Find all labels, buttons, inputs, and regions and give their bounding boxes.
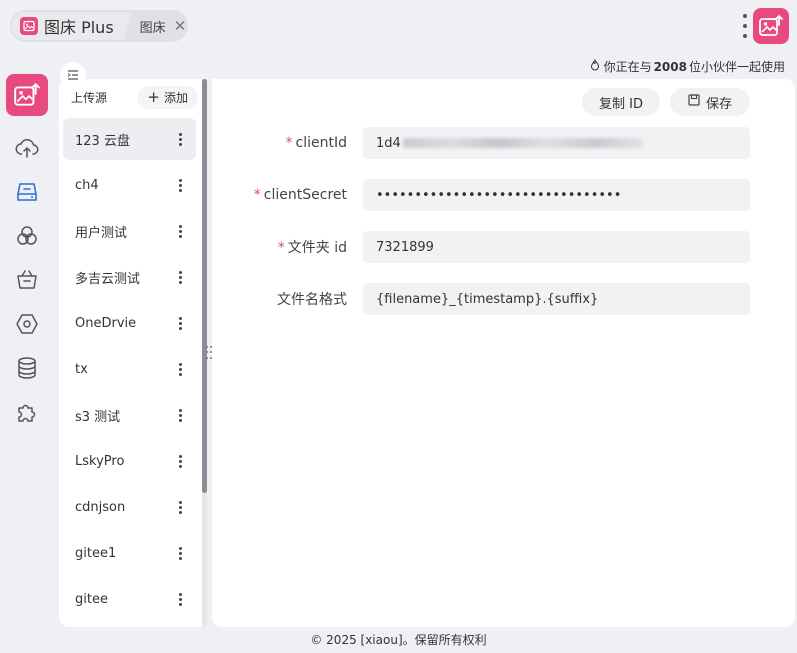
app-logo-icon <box>753 8 789 44</box>
list-item-label: tx <box>75 361 88 377</box>
client-secret-field[interactable]: •••••••••••••••••••••••••••••••• <box>363 179 750 211</box>
list-item[interactable]: 123 云盘 <box>63 118 196 160</box>
more-menu-icon[interactable] <box>741 14 749 38</box>
tab-bar: 图床 Plus 图床 ✕ <box>10 10 188 42</box>
app-logo-icon <box>20 17 38 35</box>
more-menu-icon[interactable] <box>179 178 182 192</box>
save-button[interactable]: 保存 <box>670 88 750 116</box>
tab-secondary-title: 图床 <box>139 20 166 36</box>
database-icon[interactable] <box>14 355 40 381</box>
users-note: 你正在与 2008 位小伙伴一起使用 <box>590 58 785 75</box>
more-menu-icon[interactable] <box>179 316 182 330</box>
circles-icon[interactable] <box>14 223 40 249</box>
more-menu-icon[interactable] <box>179 224 182 238</box>
list-item-label: cdnjson <box>75 499 126 515</box>
list-item-label: gitee1 <box>75 545 117 561</box>
client-secret-label: * clientSecret <box>253 187 347 203</box>
list-item[interactable]: 多吉云测试 <box>63 256 196 298</box>
folder-id-label: * 文件夹 id <box>277 240 347 256</box>
list-item[interactable]: cdnjson <box>63 486 196 528</box>
list-item[interactable]: gitee1 <box>63 532 196 574</box>
list-item[interactable]: s3 测试 <box>63 394 196 436</box>
box-icon[interactable] <box>14 267 40 293</box>
list-item-label: 多吉云测试 <box>75 271 141 287</box>
hexagon-icon[interactable] <box>14 311 40 337</box>
upload-cloud-icon[interactable] <box>14 135 40 161</box>
add-uploader-button[interactable]: + 添加 <box>137 85 198 109</box>
list-item-label: 123 云盘 <box>75 133 130 149</box>
tab-active[interactable]: 图床 Plus <box>12 12 132 40</box>
client-id-label: * clientId <box>285 135 347 151</box>
form-row-client-id: * clientId 1d4 <box>212 127 795 159</box>
more-menu-icon[interactable] <box>179 270 182 284</box>
list-item-label: s3 测试 <box>75 409 121 425</box>
form-row-client-secret: * clientSecret ••••••••••••••••••••••••••… <box>212 179 795 211</box>
client-id-field[interactable]: 1d4 <box>363 127 750 159</box>
list-title: 上传源 <box>71 90 108 105</box>
add-uploader-label: 添加 <box>163 90 188 105</box>
copy-id-button[interactable]: 复制 ID <box>582 88 660 116</box>
more-menu-icon[interactable] <box>179 500 182 514</box>
masked-value <box>402 138 643 148</box>
more-menu-icon[interactable] <box>179 454 182 468</box>
config-form-panel: 复制 ID 保存 * clientId 1d4 * clientSecret •••… <box>212 79 795 627</box>
filename-format-field[interactable]: {filename}_{timestamp}.{suffix} <box>363 283 750 315</box>
collapse-sidebar-button[interactable] <box>60 62 86 88</box>
users-note-prefix: 你正在与 <box>603 60 652 74</box>
tab-secondary[interactable]: 图床 ✕ <box>140 17 187 36</box>
footer-copyright: © 2025 [xiaou]。保留所有权利 <box>310 633 487 647</box>
more-menu-icon[interactable] <box>179 592 182 606</box>
form-row-filename-format: 文件名格式 {filename}_{timestamp}.{suffix} <box>212 283 795 315</box>
folder-id-field[interactable]: 7321899 <box>363 231 750 263</box>
more-menu-icon[interactable] <box>179 132 182 146</box>
list-item-label: 用户测试 <box>75 225 128 241</box>
save-label: 保存 <box>705 96 732 112</box>
form-row-folder-id: * 文件夹 id 7321899 <box>212 231 795 263</box>
save-icon <box>688 94 700 110</box>
plus-icon: + <box>147 87 160 106</box>
uploader-list-panel: 上传源 + 添加 123 云盘 ch4 用户测试 多吉云测试 OneDrvie … <box>59 79 202 627</box>
list-item-label: LskyPro <box>75 453 125 469</box>
client-id-value: 1d4 <box>376 135 401 151</box>
scrollbar-thumb[interactable] <box>202 79 207 493</box>
users-count: 2008 <box>653 59 687 74</box>
close-icon[interactable]: ✕ <box>174 18 187 34</box>
list-item[interactable]: 用户测试 <box>63 210 196 252</box>
list-item[interactable]: ch4 <box>63 164 196 206</box>
users-note-suffix: 位小伙伴一起使用 <box>688 60 785 74</box>
more-menu-icon[interactable] <box>179 546 182 560</box>
plugin-icon[interactable] <box>14 399 40 425</box>
tab-active-title: 图床 Plus <box>44 18 114 37</box>
flame-icon <box>590 58 600 74</box>
more-menu-icon[interactable] <box>179 362 182 376</box>
drive-icon[interactable] <box>14 179 40 205</box>
list-item[interactable]: tx <box>63 348 196 390</box>
filename-format-label: 文件名格式 <box>277 292 347 308</box>
list-item-label: OneDrvie <box>75 315 137 331</box>
list-item-label: gitee <box>75 591 108 607</box>
list-item[interactable]: OneDrvie <box>63 302 196 344</box>
more-menu-icon[interactable] <box>179 408 182 422</box>
list-item-label: ch4 <box>75 177 99 193</box>
list-item[interactable]: LskyPro <box>63 440 196 482</box>
list-item[interactable]: gitee <box>63 578 196 620</box>
app-home-logo[interactable] <box>6 74 48 116</box>
